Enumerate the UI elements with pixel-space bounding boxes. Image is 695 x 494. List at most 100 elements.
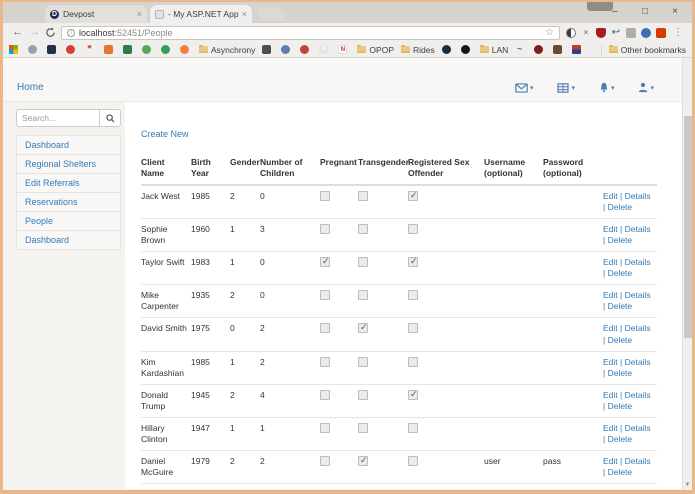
details-link[interactable]: Details [625, 257, 651, 267]
delete-link[interactable]: Delete [608, 467, 633, 477]
tab-close-icon[interactable]: × [137, 9, 142, 19]
details-link[interactable]: Details [625, 290, 651, 300]
details-link[interactable]: Details [625, 191, 651, 201]
registered-sex-offender-checkbox[interactable] [408, 290, 418, 301]
scrollbar-thumb[interactable] [684, 116, 692, 338]
minimize-button[interactable]: – [600, 2, 630, 21]
pregnant-checkbox[interactable] [320, 389, 330, 400]
registered-sex-offender-checkbox[interactable] [408, 455, 418, 466]
edit-link[interactable]: Edit [603, 456, 618, 466]
search-button[interactable] [99, 109, 121, 127]
home-link[interactable]: Home [17, 82, 44, 93]
bookmark-item[interactable] [262, 45, 274, 54]
details-link[interactable]: Details [625, 357, 651, 367]
pregnant-checkbox[interactable] [320, 422, 330, 433]
sidebar-item[interactable]: Regional Shelters [16, 154, 121, 174]
sidebar-item[interactable]: People [16, 211, 121, 231]
pregnant-checkbox[interactable] [320, 191, 330, 202]
delete-link[interactable]: Delete [608, 434, 633, 444]
edit-link[interactable]: Edit [603, 257, 618, 267]
page-info-icon[interactable]: i [67, 28, 75, 37]
delete-link[interactable]: Delete [608, 401, 633, 411]
transgender-checkbox[interactable] [358, 322, 368, 334]
user-dropdown[interactable]: ▾ [638, 82, 654, 93]
new-tab-button[interactable] [255, 7, 287, 21]
bookmark-item[interactable] [47, 45, 59, 54]
bookmark-item[interactable] [460, 45, 473, 54]
x-extension-icon[interactable]: × [581, 28, 591, 38]
registered-sex-offender-checkbox[interactable] [408, 190, 418, 202]
transgender-checkbox[interactable] [358, 422, 368, 433]
alerts-dropdown[interactable]: ▾ [599, 82, 614, 93]
tab-devpost[interactable]: D Devpost × [45, 5, 147, 23]
address-bar[interactable]: i localhost:52451/People ☆ [61, 25, 560, 40]
transgender-checkbox[interactable] [358, 389, 368, 400]
bookmark-item[interactable]: di [319, 45, 331, 54]
bookmark-item[interactable] [553, 45, 565, 54]
bookmark-item[interactable]: Asynchrony [199, 45, 255, 55]
transgender-checkbox[interactable] [358, 257, 368, 268]
bookmark-item[interactable]: Rides [400, 45, 435, 55]
tasks-dropdown[interactable]: ▾ [557, 82, 575, 93]
pregnant-checkbox[interactable] [320, 290, 330, 301]
bookmark-item[interactable] [281, 45, 293, 54]
details-link[interactable]: Details [625, 224, 651, 234]
delete-link[interactable]: Delete [608, 202, 633, 212]
blue-extension-icon[interactable] [641, 27, 651, 38]
shield-extension-icon[interactable] [596, 27, 606, 38]
edit-link[interactable]: Edit [603, 290, 618, 300]
office-extension-icon[interactable] [656, 27, 666, 38]
transgender-checkbox[interactable] [358, 455, 368, 467]
bookmark-item[interactable]: OPOP [357, 45, 394, 55]
delete-link[interactable]: Delete [608, 368, 633, 378]
bookmark-item[interactable] [300, 45, 312, 54]
bookmark-item[interactable]: N [338, 45, 350, 54]
url-text[interactable]: localhost:52451/People [79, 28, 545, 38]
bookmark-item[interactable] [123, 45, 135, 54]
delete-link[interactable]: Delete [608, 235, 633, 245]
details-link[interactable]: Details [625, 423, 651, 433]
bookmark-item[interactable] [534, 45, 546, 54]
pregnant-checkbox[interactable] [320, 323, 330, 334]
other-bookmarks-button[interactable]: Other bookmarks [600, 44, 686, 55]
delete-link[interactable]: Delete [608, 268, 633, 278]
sidebar-item[interactable]: Dashboard [16, 230, 121, 250]
bookmark-item[interactable] [180, 45, 192, 54]
reload-icon[interactable] [45, 27, 56, 38]
sidebar-item[interactable]: Dashboard [16, 135, 121, 155]
browser-menu-icon[interactable]: ⋮ [670, 27, 686, 38]
bookmark-item[interactable]: * [85, 45, 97, 55]
details-link[interactable]: Details [625, 323, 651, 333]
create-new-link[interactable]: Create New [141, 129, 189, 139]
messages-dropdown[interactable]: ▾ [515, 82, 533, 93]
bookmark-item[interactable] [441, 45, 454, 54]
registered-sex-offender-checkbox[interactable] [408, 224, 418, 235]
registered-sex-offender-checkbox[interactable] [408, 422, 418, 433]
sidebar-item[interactable]: Edit Referrals [16, 173, 121, 193]
bookmark-item[interactable]: ~ [515, 45, 527, 54]
bookmark-item[interactable] [104, 45, 116, 54]
bookmark-item[interactable]: LAN [479, 45, 508, 55]
registered-sex-offender-checkbox[interactable] [408, 323, 418, 334]
transgender-checkbox[interactable] [358, 290, 368, 301]
edit-link[interactable]: Edit [603, 323, 618, 333]
reply-arrow-extension-icon[interactable]: ↩ [611, 27, 621, 38]
edit-link[interactable]: Edit [603, 423, 618, 433]
registered-sex-offender-checkbox[interactable] [408, 256, 418, 268]
bookmark-item[interactable] [28, 45, 40, 54]
edit-link[interactable]: Edit [603, 224, 618, 234]
edit-link[interactable]: Edit [603, 357, 618, 367]
pregnant-checkbox[interactable] [320, 256, 330, 268]
delete-link[interactable]: Delete [608, 335, 633, 345]
sidebar-item[interactable]: Reservations [16, 192, 121, 212]
bookmark-item[interactable] [66, 45, 78, 54]
maximize-button[interactable]: □ [630, 2, 660, 21]
scrollbar-down-arrow[interactable]: ▼ [683, 482, 692, 488]
edit-link[interactable]: Edit [603, 191, 618, 201]
transgender-checkbox[interactable] [358, 356, 368, 367]
back-button[interactable]: ← [9, 24, 26, 41]
details-link[interactable]: Details [625, 390, 651, 400]
page-scrollbar[interactable]: ▼ [682, 58, 692, 490]
transgender-checkbox[interactable] [358, 191, 368, 202]
tab-close-icon[interactable]: × [242, 9, 247, 19]
